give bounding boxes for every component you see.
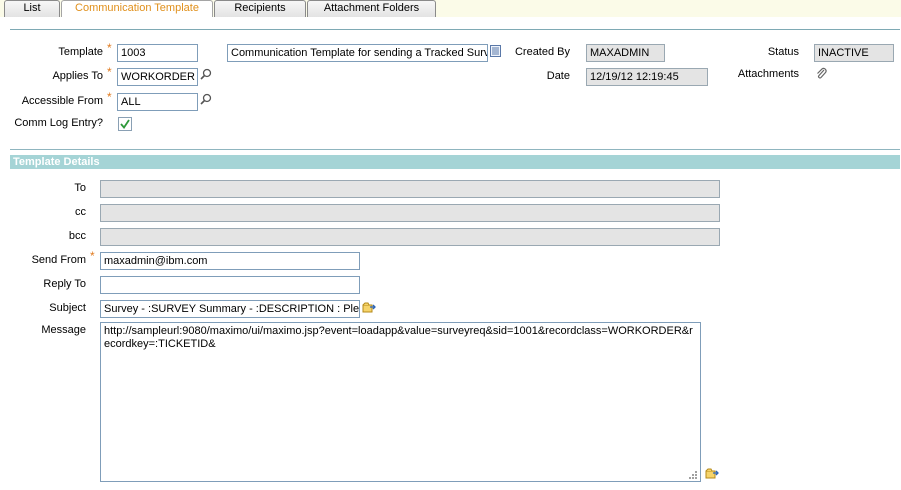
bcc-field	[100, 228, 720, 246]
status-label: Status	[767, 46, 799, 58]
status-field: INACTIVE	[814, 44, 894, 62]
tab-bar: List Communication Template Recipients A…	[0, 0, 901, 17]
bcc-label: bcc	[68, 230, 86, 242]
required-indicator: *	[107, 41, 112, 55]
search-icon[interactable]	[200, 93, 212, 108]
applies-to-label: Applies To	[52, 70, 103, 82]
message-textarea[interactable]: http://sampleurl:9080/maximo/ui/maximo.j…	[100, 322, 701, 482]
tab-attachment-folders[interactable]: Attachment Folders	[307, 0, 436, 17]
header-bottom-divider	[10, 149, 900, 150]
tab-list[interactable]: List	[4, 0, 60, 17]
created-by-field: MAXADMIN	[586, 44, 665, 62]
date-field: 12/19/12 12:19:45	[586, 68, 708, 86]
subject-field[interactable]: Survey - :SURVEY Summary - :DESCRIPTION …	[100, 300, 360, 318]
applies-to-field[interactable]: WORKORDER	[117, 68, 198, 86]
tab-communication-template[interactable]: Communication Template	[61, 0, 213, 17]
reply-to-field[interactable]	[100, 276, 360, 294]
resize-handle-icon[interactable]	[687, 469, 698, 483]
required-indicator: *	[90, 249, 95, 263]
reply-to-label: Reply To	[43, 278, 86, 290]
attachments-label: Attachments	[737, 68, 799, 80]
accessible-from-field[interactable]: ALL	[117, 93, 198, 111]
substitution-variable-icon[interactable]	[705, 467, 719, 483]
created-by-label: Created By	[514, 46, 570, 58]
cc-field	[100, 204, 720, 222]
substitution-variable-icon[interactable]	[362, 301, 376, 317]
send-from-field[interactable]: maxadmin@ibm.com	[100, 252, 360, 270]
template-label: Template	[58, 46, 103, 58]
template-field[interactable]: 1003	[117, 44, 198, 62]
message-label: Message	[41, 324, 86, 336]
tab-recipients[interactable]: Recipients	[214, 0, 306, 17]
date-label: Date	[546, 70, 570, 82]
required-indicator: *	[107, 65, 112, 79]
subject-label: Subject	[49, 302, 86, 314]
comm-log-label: Comm Log Entry?	[14, 117, 103, 129]
to-field	[100, 180, 720, 198]
cc-label: cc	[75, 206, 86, 218]
search-icon[interactable]	[200, 68, 212, 83]
paperclip-icon[interactable]	[815, 67, 827, 82]
accessible-from-label: Accessible From	[21, 95, 103, 107]
comm-log-checkbox[interactable]	[118, 117, 132, 134]
send-from-label: Send From	[31, 254, 86, 266]
template-description-field[interactable]: Communication Template for sending a Tra…	[227, 44, 488, 62]
to-label: To	[74, 182, 86, 194]
template-details-header[interactable]: Template Details	[10, 155, 900, 169]
required-indicator: *	[107, 90, 112, 104]
header-top-divider	[10, 29, 900, 30]
